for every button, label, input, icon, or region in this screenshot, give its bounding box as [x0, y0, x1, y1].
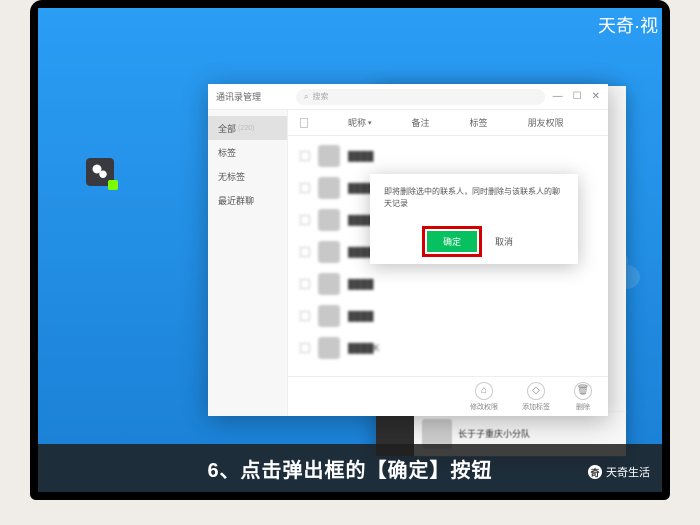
contact-row[interactable]: ████ [288, 268, 608, 300]
watermark-bottom: 奇 天奇生活 [588, 464, 650, 480]
contact-row[interactable]: ████ [288, 300, 608, 332]
edit-remark-button[interactable]: ⌂ 修改权限 [470, 382, 498, 412]
contacts-sidebar: 全部(220) 标签 无标签 最近群聊 [208, 110, 288, 416]
col-tag[interactable]: 标签 [470, 116, 488, 129]
contact-row[interactable]: ████ [288, 140, 608, 172]
col-moments[interactable]: 朋友权限 [528, 116, 564, 129]
col-remark[interactable]: 备注 [412, 116, 430, 129]
col-nickname[interactable]: 昵称 ▾ [348, 116, 372, 129]
contacts-manager-window: 通讯录管理 ⌕ 搜索 — ☐ ✕ 全部(220) 标签 无标签 [208, 84, 608, 416]
desktop-screen: 天奇·视 AV小组吃肉快乐器 [38, 8, 662, 492]
close-icon[interactable]: ✕ [592, 91, 600, 102]
sidebar-item-no-tag[interactable]: 无标签 [208, 164, 287, 188]
monitor-frame: 天奇·视 AV小组吃肉快乐器 [30, 0, 670, 500]
contact-row[interactable]: ████K [288, 332, 608, 364]
sidebar-item-recent-groups[interactable]: 最近群聊 [208, 188, 287, 212]
confirm-ok-button[interactable]: 确定 [427, 231, 477, 252]
minimize-icon[interactable]: — [553, 91, 563, 102]
contacts-footer-actions: ⌂ 修改权限 ◇ 添加标签 🗑 删除 [288, 376, 608, 416]
watermark-logo-icon: 奇 [588, 465, 602, 479]
search-input[interactable]: ⌕ 搜索 [296, 89, 545, 105]
instruction-caption-bar: 6、点击弹出框的【确定】按钮 [38, 444, 662, 492]
confirm-cancel-button[interactable]: 取消 [487, 231, 521, 252]
wechat-desktop-icon[interactable] [86, 158, 114, 186]
sidebar-item-tags[interactable]: 标签 [208, 140, 287, 164]
trash-icon: 🗑 [574, 382, 592, 400]
delete-button[interactable]: 🗑 删除 [574, 382, 592, 412]
window-title: 通讯录管理 [216, 90, 296, 103]
contacts-main-area: 昵称 ▾ 备注 标签 朋友权限 ████ ████淑玲 ████ ████ ██… [288, 110, 608, 416]
window-titlebar: 通讯录管理 ⌕ 搜索 — ☐ ✕ [208, 84, 608, 110]
search-icon: ⌕ [304, 92, 308, 102]
watermark-top: 天奇·视 [598, 12, 658, 38]
dialog-message: 即将删除选中的联系人，同时删除与该联系人的聊天记录 [384, 186, 564, 223]
contacts-columns-header: 昵称 ▾ 备注 标签 朋友权限 [288, 110, 608, 136]
add-tag-button[interactable]: ◇ 添加标签 [522, 382, 550, 412]
instruction-caption: 6、点击弹出框的【确定】按钮 [207, 454, 492, 483]
tag-icon: ◇ [527, 382, 545, 400]
confirm-dialog: 即将删除选中的联系人，同时删除与该联系人的聊天记录 确定 取消 [370, 174, 578, 264]
maximize-icon[interactable]: ☐ [573, 91, 582, 102]
sidebar-item-all[interactable]: 全部(220) [208, 116, 287, 140]
home-icon: ⌂ [475, 382, 493, 400]
